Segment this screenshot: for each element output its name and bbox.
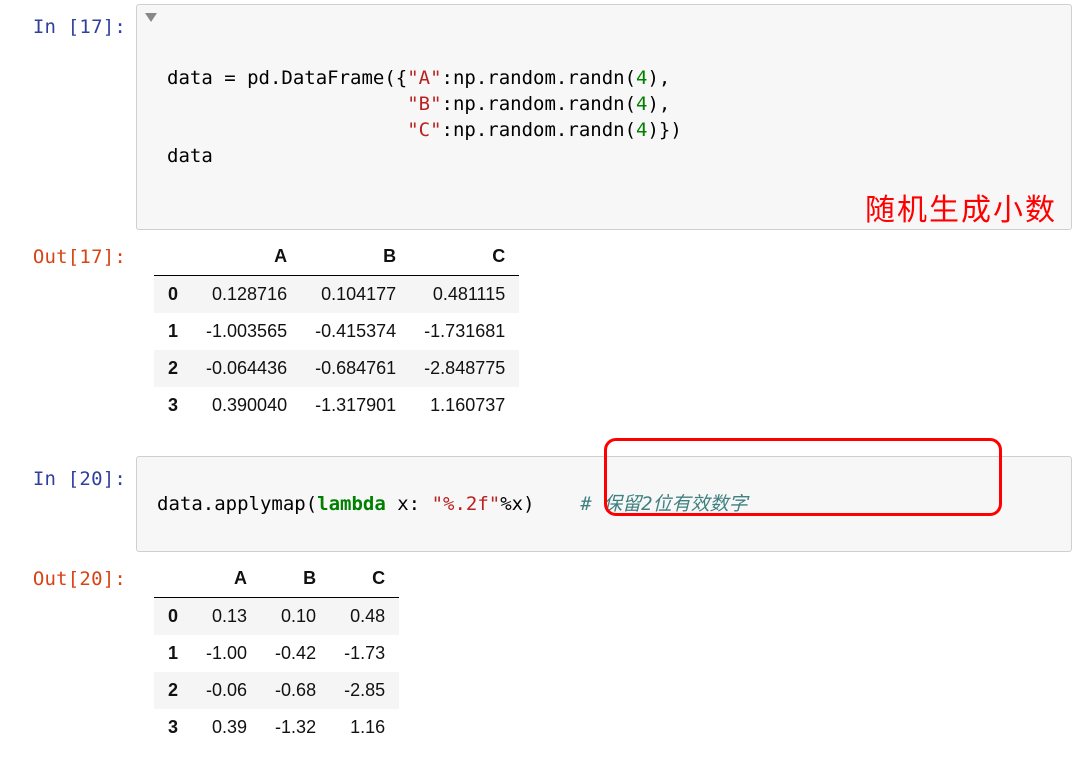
col-B: B: [301, 238, 410, 276]
table-row: 1-1.00-0.42-1.73: [154, 635, 399, 672]
table-row: 00.130.100.48: [154, 598, 399, 636]
table-row: 30.39-1.321.16: [154, 709, 399, 746]
annotation-random-decimal: 随机生成小数: [865, 195, 1057, 227]
table-row: 30.390040-1.3179011.160737: [154, 387, 519, 424]
cell-out-20: Out[20]: A B C 00.130.100.48 1-1.00-0.42…: [8, 556, 1072, 746]
col-A: A: [192, 238, 301, 276]
annotation-highlight-box: [604, 438, 1002, 516]
col-A: A: [192, 560, 261, 598]
output-20: A B C 00.130.100.48 1-1.00-0.42-1.73 2-0…: [136, 556, 1072, 746]
col-C: C: [330, 560, 399, 598]
table-header-row: A B C: [154, 560, 399, 598]
table-row: 2-0.064436-0.684761-2.848775: [154, 350, 519, 387]
table-row: 1-1.003565-0.415374-1.731681: [154, 313, 519, 350]
prompt-out-20: Out[20]:: [8, 556, 136, 592]
dataframe-table-17: A B C 00.1287160.1041770.481115 1-1.0035…: [154, 238, 519, 424]
table-row: 2-0.06-0.68-2.85: [154, 672, 399, 709]
code-input-17[interactable]: data = pd.DataFrame({"A":np.random.randn…: [136, 4, 1072, 230]
prompt-in-17: In [17]:: [8, 4, 136, 40]
output-17: A B C 00.1287160.1041770.481115 1-1.0035…: [136, 234, 1072, 424]
prompt-out-17: Out[17]:: [8, 234, 136, 270]
dataframe-table-20: A B C 00.130.100.48 1-1.00-0.42-1.73 2-0…: [154, 560, 399, 746]
cell-in-20: In [20]: data.applymap(lambda x: "%.2f"%…: [8, 456, 1072, 552]
table-row: 00.1287160.1041770.481115: [154, 276, 519, 314]
jupyter-notebook: In [17]: data = pd.DataFrame({"A":np.ran…: [0, 0, 1080, 758]
collapse-arrow-icon[interactable]: [145, 13, 157, 22]
table-header-row: A B C: [154, 238, 519, 276]
col-C: C: [410, 238, 519, 276]
cell-in-17: In [17]: data = pd.DataFrame({"A":np.ran…: [8, 4, 1072, 230]
prompt-in-20: In [20]:: [8, 456, 136, 492]
col-B: B: [261, 560, 330, 598]
cell-out-17: Out[17]: A B C 00.1287160.1041770.481115…: [8, 234, 1072, 424]
